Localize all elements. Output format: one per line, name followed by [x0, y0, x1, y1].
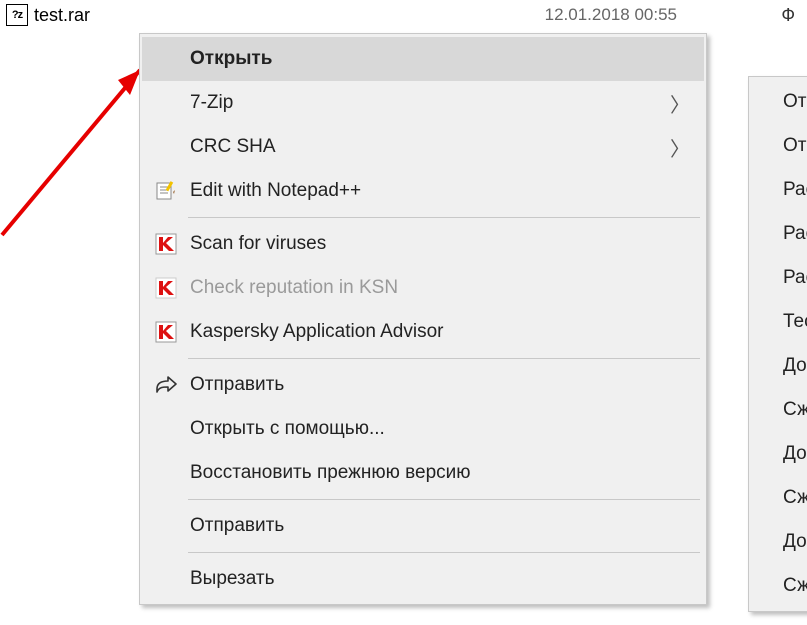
submenu-7zip: Отк Отк Рас Рас Рас Тес Доб Сж Доб Сж До… [748, 76, 807, 612]
menu-item-crcsha[interactable]: CRC SHA 〉 [142, 125, 704, 169]
submenu-label: Доб [780, 355, 807, 377]
menu-item-open[interactable]: Открыть [142, 37, 704, 81]
submenu-item[interactable]: Сж [751, 388, 807, 432]
submenu-label: Доб [780, 531, 807, 553]
submenu-item[interactable]: Рас [751, 168, 807, 212]
annotation-arrow [0, 30, 160, 240]
submenu-label: Сж [780, 575, 807, 597]
file-name: test.rar [34, 5, 90, 26]
share-icon [145, 369, 187, 401]
menu-label-share: Отправить [187, 374, 698, 396]
notepadpp-icon [145, 175, 187, 207]
blank-icon [145, 413, 187, 445]
submenu-label: Отк [780, 135, 807, 157]
submenu-label: Сж [780, 487, 807, 509]
menu-separator [188, 217, 700, 218]
submenu-label: Рас [780, 179, 807, 201]
chevron-right-icon: 〉 [670, 133, 698, 162]
menu-item-scan-viruses[interactable]: Scan for viruses [142, 222, 704, 266]
submenu-item[interactable]: Тес [751, 300, 807, 344]
menu-item-share[interactable]: Отправить [142, 363, 704, 407]
menu-item-open-with[interactable]: Открыть с помощью... [142, 407, 704, 451]
submenu-item[interactable]: Доб [751, 520, 807, 564]
menu-label-scan-viruses: Scan for viruses [187, 233, 698, 255]
blank-icon [145, 457, 187, 489]
kaspersky-icon [145, 316, 187, 348]
menu-separator [188, 499, 700, 500]
submenu-label: Доб [780, 443, 807, 465]
submenu-item[interactable]: Отк [751, 80, 807, 124]
menu-label-open: Открыть [187, 48, 698, 70]
file-entry[interactable]: ?z test.rar [6, 4, 801, 26]
menu-label-check-ksn: Check reputation in KSN [187, 277, 698, 299]
menu-item-edit-notepadpp[interactable]: Edit with Notepad++ [142, 169, 704, 213]
menu-item-cut[interactable]: Вырезать [142, 557, 704, 601]
menu-separator [188, 358, 700, 359]
submenu-item[interactable]: Доб [751, 432, 807, 476]
kaspersky-icon [145, 228, 187, 260]
submenu-item[interactable]: Рас [751, 256, 807, 300]
blank-icon [145, 43, 187, 75]
kaspersky-icon [145, 272, 187, 304]
file-row[interactable]: ?z test.rar 12.01.2018 00:55 Ф [0, 0, 807, 30]
menu-label-edit-notepadpp: Edit with Notepad++ [187, 180, 698, 202]
menu-item-7zip[interactable]: 7-Zip 〉 [142, 81, 704, 125]
submenu-label: Тес [780, 311, 807, 333]
submenu-label: Сж [780, 399, 807, 421]
blank-icon [145, 510, 187, 542]
menu-label-cut: Вырезать [187, 568, 698, 590]
submenu-item[interactable]: Отк [751, 124, 807, 168]
menu-label-crcsha: CRC SHA [187, 136, 670, 158]
menu-label-7zip: 7-Zip [187, 92, 670, 114]
file-column-letter: Ф [781, 5, 795, 26]
submenu-label: Рас [780, 267, 807, 289]
submenu-item[interactable]: Доб [751, 344, 807, 388]
submenu-label: Рас [780, 223, 807, 245]
chevron-right-icon: 〉 [670, 89, 698, 118]
menu-item-check-ksn: Check reputation in KSN [142, 266, 704, 310]
submenu-item[interactable]: Рас [751, 212, 807, 256]
blank-icon [145, 87, 187, 119]
submenu-label: Отк [780, 91, 807, 113]
menu-item-restore-previous[interactable]: Восстановить прежнюю версию [142, 451, 704, 495]
file-date: 12.01.2018 00:55 [545, 5, 677, 25]
submenu-item[interactable]: Сж [751, 564, 807, 608]
file-icon-7z: ?z [6, 4, 28, 26]
menu-item-kaspersky-advisor[interactable]: Kaspersky Application Advisor [142, 310, 704, 354]
menu-label-send-to: Отправить [187, 515, 698, 537]
menu-label-open-with: Открыть с помощью... [187, 418, 698, 440]
menu-label-restore-previous: Восстановить прежнюю версию [187, 462, 698, 484]
submenu-item[interactable]: Сж [751, 476, 807, 520]
blank-icon [145, 563, 187, 595]
menu-item-send-to[interactable]: Отправить [142, 504, 704, 548]
menu-separator [188, 552, 700, 553]
menu-label-kaspersky-advisor: Kaspersky Application Advisor [187, 321, 698, 343]
blank-icon [145, 131, 187, 163]
context-menu: Открыть 7-Zip 〉 CRC SHA 〉 Edit with Note… [139, 33, 707, 605]
